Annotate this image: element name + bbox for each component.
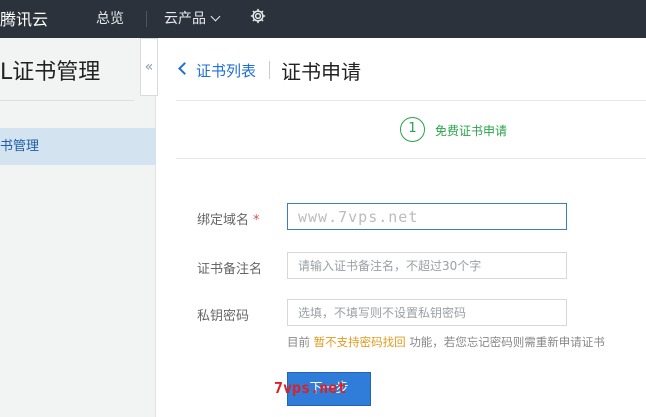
back-to-cert-list-link[interactable]: 证书列表	[196, 60, 256, 81]
gear-icon[interactable]	[249, 7, 267, 29]
sidebar: L证书管理 书管理	[0, 38, 156, 417]
domain-input[interactable]	[287, 203, 567, 230]
sidebar-item-cert-management[interactable]: 书管理	[0, 128, 156, 165]
collapse-sidebar-button[interactable]: «	[140, 38, 158, 96]
header-separator	[176, 100, 646, 101]
hint-prefix: 目前	[287, 335, 310, 349]
password-input[interactable]	[287, 299, 567, 326]
remark-input[interactable]	[287, 252, 567, 279]
remark-label: 证书备注名	[197, 262, 263, 277]
password-hint: 目前 暂不支持密码找回 功能，若您忘记密码则需重新申请证书	[287, 334, 605, 350]
nav-products-menu[interactable]: 云产品	[164, 8, 221, 28]
sidebar-title: L证书管理	[0, 60, 101, 85]
brand-logo[interactable]: 腾讯云	[0, 6, 48, 30]
required-mark: *	[253, 213, 260, 228]
header-divider	[269, 61, 270, 79]
sidebar-item-label: 书管理	[0, 139, 40, 154]
chevron-down-icon	[210, 11, 221, 22]
hint-warning: 暂不支持密码找回	[313, 335, 406, 349]
domain-label-text: 绑定域名	[197, 213, 250, 228]
watermark-text: 7vps.net	[274, 379, 347, 397]
step-separator	[176, 158, 646, 159]
nav-products-label: 云产品	[164, 11, 206, 27]
step-label: 免费证书申请	[435, 124, 508, 138]
sidebar-divider	[0, 100, 134, 101]
chevron-left-icon[interactable]	[178, 62, 191, 75]
top-navigation-bar: 腾讯云 总览 云产品	[0, 0, 646, 38]
domain-label: 绑定域名 *	[197, 209, 260, 228]
nav-divider	[146, 11, 147, 27]
page-title: 证书申请	[281, 60, 361, 84]
password-label: 私钥密码	[197, 309, 250, 324]
hint-suffix: 功能，若您忘记密码则需重新申请证书	[409, 335, 605, 349]
step-number: 1	[400, 117, 425, 142]
nav-overview-link[interactable]: 总览	[96, 8, 124, 28]
